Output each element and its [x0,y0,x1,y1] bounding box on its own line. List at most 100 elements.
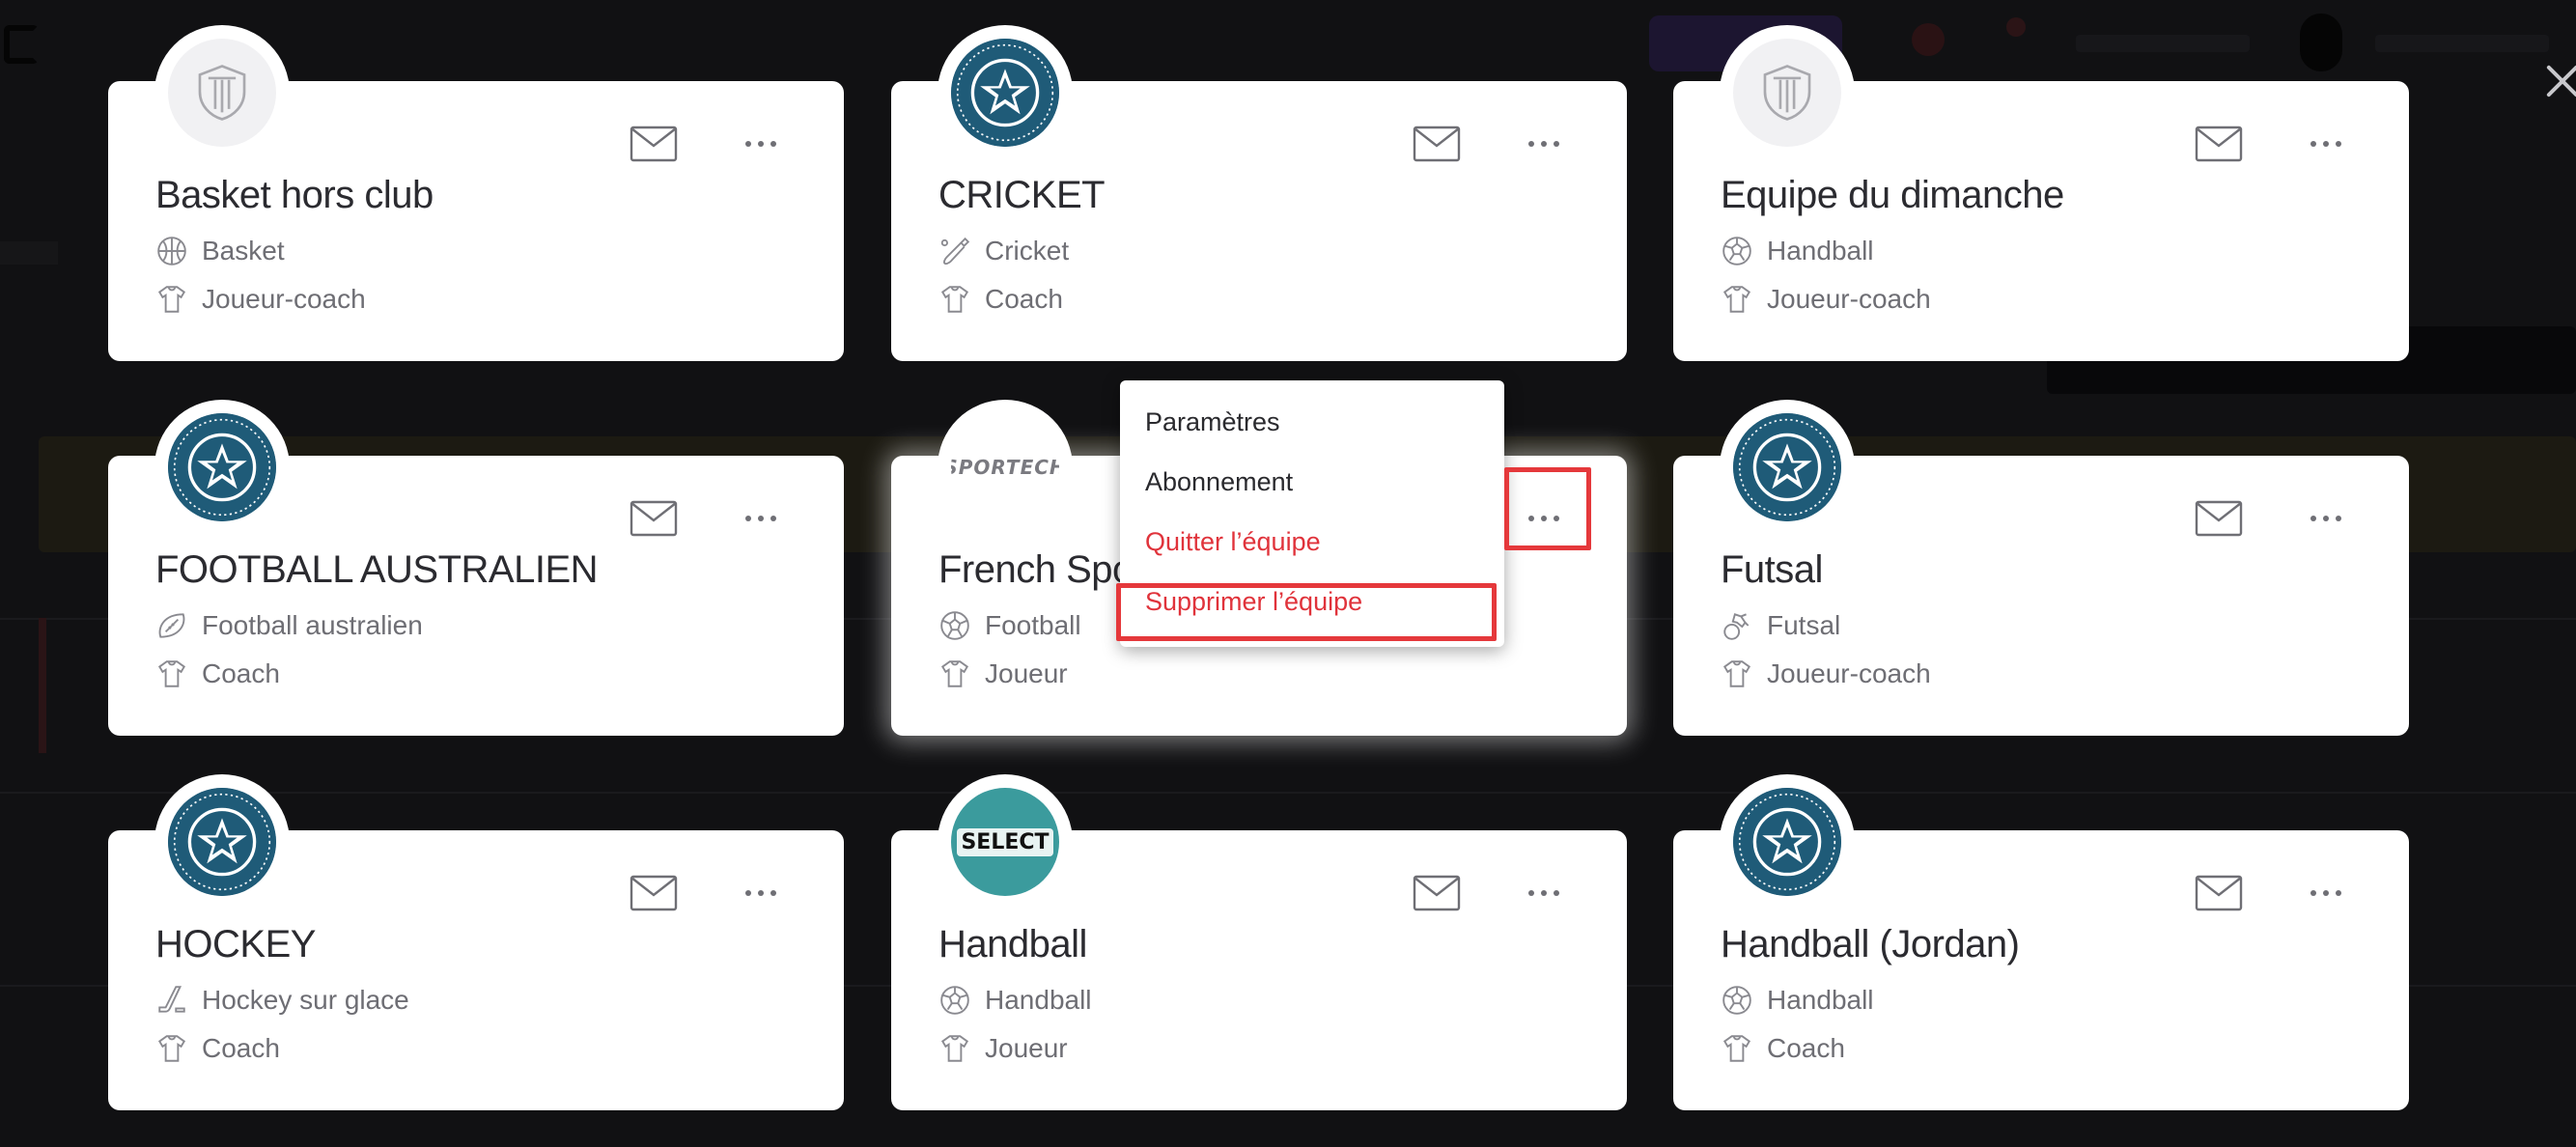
mail-icon[interactable] [1413,875,1461,911]
team-role-label: Joueur [985,1033,1068,1063]
team-sport: Football [938,606,1081,645]
jersey-icon [1721,1032,1753,1065]
mail-icon[interactable] [630,126,678,162]
jersey-icon [155,283,188,316]
team-sport: Futsal [1721,606,1840,645]
team-role: Coach [1721,1029,1845,1068]
handball-icon [938,984,971,1017]
mail-icon[interactable] [2195,126,2243,162]
hockey-stick-icon [155,984,188,1017]
more-options-icon[interactable] [2303,875,2349,911]
olympiens-logo-icon [168,788,276,896]
team-logo [154,25,290,160]
olympiens-logo-icon [951,39,1059,147]
team-card[interactable]: Equipe du dimanche Handball Joueur-coach [1673,25,2409,361]
background-divider [0,792,2576,794]
more-options-icon[interactable] [2303,126,2349,162]
badge-icon [2006,17,2026,37]
cricket-bat-icon [938,235,971,267]
menu-item-quitter-equipe[interactable]: Quitter l’équipe [1120,512,1504,572]
team-role-label: Joueur [985,658,1068,688]
rugby-ball-icon [155,609,188,642]
jersey-icon [1721,657,1753,690]
team-card[interactable]: Futsal Futsal Joueur-coach [1673,400,2409,736]
team-card[interactable]: Handball (Jordan) Handball Coach [1673,774,2409,1110]
team-sport-label: Football [985,610,1081,640]
mail-icon[interactable] [1413,126,1461,162]
team-card[interactable]: Basket hors club Basket Joueur-coach [108,25,844,361]
team-name: FOOTBALL AUSTRALIEN [155,548,599,591]
team-card[interactable]: FOOTBALL AUSTRALIEN Football australien Co… [108,400,844,736]
team-role: Joueur-coach [1721,655,1931,693]
team-name: Futsal [1721,548,1823,591]
shield-icon [1733,39,1841,147]
basketball-icon [155,235,188,267]
jersey-icon [938,657,971,690]
team-sport-label: Handball [1767,985,1874,1015]
team-role-label: Coach [985,284,1063,314]
sportech-logo-icon: SPORTECH [951,413,1059,521]
team-sport: Handball [938,981,1092,1020]
team-role: Joueur-coach [1721,280,1931,319]
team-logo [1720,774,1855,909]
team-logo [1720,400,1855,535]
team-name: Handball (Jordan) [1721,923,2020,965]
team-sport-label: Futsal [1767,610,1841,640]
team-role: Coach [155,1029,280,1068]
team-role-label: Coach [202,658,280,688]
team-sport-label: Football australien [202,610,423,640]
avatar [2300,14,2342,71]
background-text [2375,35,2549,52]
more-options-icon[interactable] [2303,500,2349,537]
jersey-icon [155,657,188,690]
close-icon[interactable] [2545,64,2576,98]
mail-icon[interactable] [630,875,678,911]
team-logo [154,400,290,535]
more-options-icon[interactable] [738,875,784,911]
background-breadcrumb [0,241,58,265]
team-name: Basket hors club [155,174,434,216]
notification-icon [1912,23,1945,56]
mail-icon[interactable] [2195,500,2243,537]
futsal-icon [1721,609,1753,642]
team-sport: Football australien [155,606,423,645]
team-role: Coach [938,280,1063,319]
team-card[interactable]: SELECT Handball Handball Joueur [891,774,1627,1110]
ball-logo-icon: SELECT [951,788,1059,896]
more-options-icon[interactable] [738,126,784,162]
team-sport-label: Handball [985,985,1092,1015]
more-options-icon[interactable] [1521,126,1567,162]
more-button-highlight [1504,467,1591,550]
team-name: Equipe du dimanche [1721,174,2064,216]
more-options-icon[interactable] [738,500,784,537]
team-logo: SELECT [938,774,1073,909]
delete-item-highlight [1116,583,1497,641]
team-card[interactable]: CRICKET Cricket Coach [891,25,1627,361]
team-name: French Spo [938,548,1134,591]
team-sport-label: Handball [1767,236,1874,266]
more-options-icon[interactable] [1521,875,1567,911]
team-role: Joueur-coach [155,280,366,319]
team-logo [154,774,290,909]
olympiens-logo-icon [1733,413,1841,521]
team-card[interactable]: HOCKEY Hockey sur glace Coach [108,774,844,1110]
mail-icon[interactable] [2195,875,2243,911]
jersey-icon [938,283,971,316]
team-logo: SPORTECH [938,400,1073,535]
team-sport: Handball [1721,232,1874,270]
team-sport-label: Basket [202,236,285,266]
team-sport: Hockey sur glace [155,981,409,1020]
olympiens-logo-icon [1733,788,1841,896]
menu-item-parametres[interactable]: Paramètres [1120,392,1504,452]
menu-item-abonnement[interactable]: Abonnement [1120,452,1504,512]
olympiens-logo-icon [168,413,276,521]
team-role: Joueur [938,1029,1068,1068]
mail-icon[interactable] [630,500,678,537]
team-sport: Cricket [938,232,1069,270]
jersey-icon [1721,283,1753,316]
team-sport-label: Cricket [985,236,1070,266]
app-logo-icon [4,25,39,64]
team-name: HOCKEY [155,923,316,965]
team-role-label: Joueur-coach [202,284,366,314]
team-sport: Handball [1721,981,1874,1020]
